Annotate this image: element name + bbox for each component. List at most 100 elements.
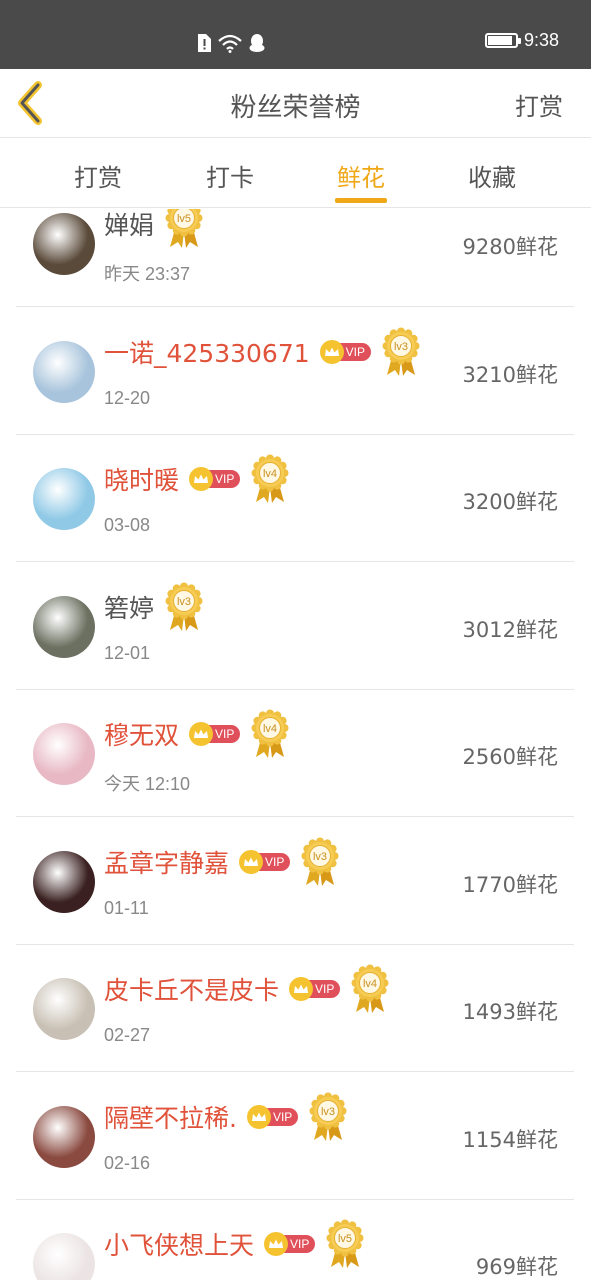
active-tab-indicator [335,198,387,203]
activity-date: 01-11 [104,897,149,918]
fan-ranking-list[interactable]: 婵娟 lv5 昨天 23:37 9280鲜花一诺_425330671 VIP lv3 12-… [0,209,591,1280]
tab-favorites[interactable]: 收藏 [468,158,516,193]
level-label: lv3 [394,341,408,353]
activity-date: 12-01 [104,642,151,663]
level-medal-icon: lv4 [250,709,290,759]
battery-icon [484,33,521,48]
wifi-icon [218,34,242,53]
name-line: 皮卡丘不是皮卡 VIP lv4 [104,964,390,1013]
user-avatar[interactable] [33,723,95,785]
level-label: lv4 [263,723,277,735]
user-name[interactable]: 孟章字静嘉 [104,844,229,880]
level-label: lv3 [321,1106,335,1118]
name-line: 晓时暖 VIP lv4 [104,454,290,503]
level-medal-icon: lv4 [250,454,290,504]
fan-list-item[interactable]: 小飞侠想上天 VIP lv5 969鲜花 [16,1200,574,1280]
crown-icon [246,1104,271,1129]
user-avatar[interactable] [33,1233,95,1280]
user-avatar[interactable] [33,340,95,403]
flower-count: 3012鲜花 [462,617,558,642]
tab-flowers[interactable]: 鲜花 [337,158,385,193]
crown-icon [189,722,214,746]
flower-count: 1770鲜花 [462,872,558,897]
crown-icon [319,339,344,364]
crown-icon [189,467,214,491]
level-medal-icon: lv4 [350,964,390,1014]
level-label: lv5 [338,1233,352,1245]
flower-count: 1154鲜花 [462,1127,558,1152]
level-medal-icon: lv3 [164,582,204,632]
level-medal-icon: lv3 [308,1092,348,1142]
activity-date: 02-16 [104,1152,151,1173]
user-name[interactable]: 隔壁不拉稀. [104,1099,237,1135]
name-line: 婵娟 lv5 [104,209,204,248]
vip-badge: VIP [246,1104,299,1129]
sim-alert-icon [198,34,211,52]
user-avatar[interactable] [33,595,95,658]
crown-icon [289,977,314,1001]
name-line: 小飞侠想上天 VIP lv5 [104,1219,365,1268]
vip-badge: VIP [264,1232,316,1256]
reward-button[interactable]: 打赏 [515,87,563,122]
name-line: 箬婷 lv3 [104,582,204,631]
activity-date: 昨天 23:37 [104,264,191,284]
fan-list-item[interactable]: 箬婷 lv3 12-01 3012鲜花 [16,563,574,690]
activity-date: 03-08 [104,515,151,535]
tab-reward[interactable]: 打赏 [74,158,122,193]
user-name[interactable]: 箬婷 [104,589,154,625]
fan-list-item[interactable]: 婵娟 lv5 昨天 23:37 9280鲜花 [16,209,574,307]
activity-date: 12-20 [104,387,151,408]
user-name[interactable]: 婵娟 [104,209,154,242]
tab-checkin[interactable]: 打卡 [206,158,254,193]
vip-badge: VIP [289,977,341,1001]
user-avatar[interactable] [33,213,95,275]
flower-count: 3210鲜花 [462,362,558,387]
user-avatar[interactable] [33,468,95,530]
user-name[interactable]: 晓时暖 [104,461,179,497]
vip-badge: VIP [319,339,371,364]
user-name[interactable]: 一诺_425330671 [104,334,310,370]
level-label: lv3 [313,851,327,863]
name-line: 隔壁不拉稀. VIP lv3 [104,1092,348,1141]
status-bar: 9:38 [0,0,591,69]
level-label: lv3 [177,596,191,608]
fan-list-item[interactable]: 皮卡丘不是皮卡 VIP lv4 02-27 1493鲜花 [16,945,574,1072]
fan-list-item[interactable]: 孟章字静嘉 VIP lv3 01-11 1770鲜花 [16,818,574,945]
crown-icon [239,849,264,874]
level-label: lv4 [363,978,377,990]
user-avatar[interactable] [33,978,95,1040]
vip-badge: VIP [189,722,241,746]
status-icons [196,31,266,55]
level-medal-icon: lv5 [325,1219,365,1269]
name-line: 一诺_425330671 VIP lv3 [104,327,421,376]
level-medal-icon: lv3 [300,837,340,887]
activity-date: 今天 12:10 [104,774,191,794]
top-nav-bar: 粉丝荣誉榜 打赏 [0,69,591,138]
level-label: lv5 [177,213,191,225]
fan-list-item[interactable]: 穆无双 VIP lv4 今天 12:10 2560鲜花 [16,690,574,817]
level-medal-icon: lv3 [381,327,421,377]
name-line: 孟章字静嘉 VIP lv3 [104,837,340,886]
fan-list-item[interactable]: 晓时暖 VIP lv4 03-08 3200鲜花 [16,435,574,562]
flower-count: 2560鲜花 [462,745,558,769]
page-title: 粉丝荣誉榜 [230,93,361,123]
vip-badge: VIP [189,467,241,491]
vip-badge: VIP [239,849,291,874]
flower-count: 3200鲜花 [462,490,558,514]
flower-count: 969鲜花 [475,1255,558,1279]
fan-list-item[interactable]: 一诺_425330671 VIP lv3 12-20 3210鲜花 [16,308,574,435]
tab-bar: 打赏 打卡 鲜花 收藏 [0,138,591,208]
qq-icon [249,34,265,52]
name-line: 穆无双 VIP lv4 [104,709,290,758]
crown-icon [264,1232,289,1256]
user-name[interactable]: 皮卡丘不是皮卡 [104,971,279,1007]
user-avatar[interactable] [33,1105,95,1168]
activity-date: 02-27 [104,1025,151,1045]
clock: 9:38 [523,30,559,50]
user-name[interactable]: 穆无双 [104,716,179,752]
user-name[interactable]: 小飞侠想上天 [104,1226,254,1262]
fan-list-item[interactable]: 隔壁不拉稀. VIP lv3 02-16 1154鲜花 [16,1073,574,1200]
level-medal-icon: lv5 [164,209,204,249]
flower-count: 9280鲜花 [462,235,558,259]
user-avatar[interactable] [33,850,95,913]
